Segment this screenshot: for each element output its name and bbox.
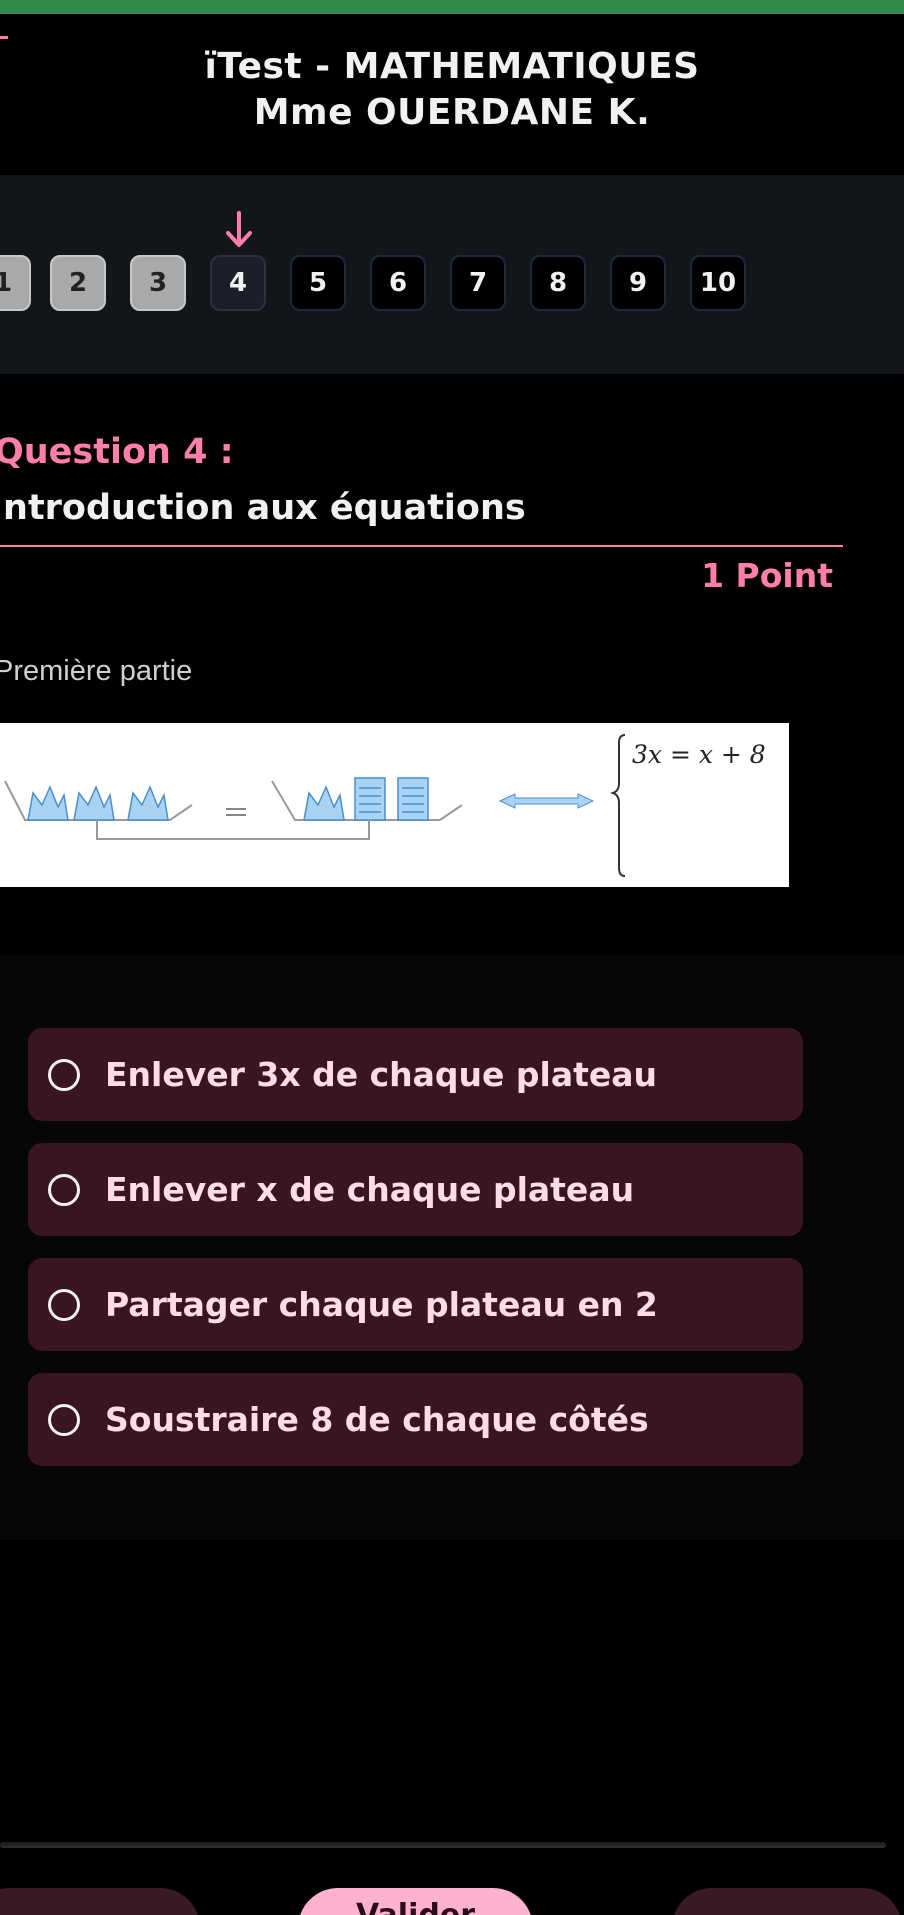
top-status-bar bbox=[0, 0, 904, 14]
previous-button[interactable] bbox=[0, 1888, 200, 1915]
answer-label: Enlever x de chaque plateau bbox=[105, 1170, 635, 1209]
answer-option-3[interactable]: Partager chaque plateau en 2 bbox=[28, 1258, 803, 1351]
current-question-arrow-icon bbox=[226, 211, 252, 247]
radio-icon[interactable] bbox=[48, 1173, 80, 1206]
answer-option-2[interactable]: Enlever x de chaque plateau bbox=[28, 1143, 803, 1236]
question-title: Introduction aux équations bbox=[0, 488, 526, 528]
answer-label: Partager chaque plateau en 2 bbox=[105, 1285, 658, 1324]
radio-icon[interactable] bbox=[48, 1288, 80, 1321]
question-points: 1 Point bbox=[701, 556, 833, 595]
part-label: Première partie bbox=[0, 655, 193, 687]
question-button-2[interactable]: 2 bbox=[50, 255, 106, 311]
question-button-8[interactable]: 8 bbox=[530, 255, 586, 311]
answer-label: Soustraire 8 de chaque côtés bbox=[105, 1400, 649, 1439]
equivalence-arrow-icon bbox=[498, 793, 595, 809]
question-button-1[interactable]: 1 bbox=[0, 255, 31, 311]
menu-dash-icon[interactable] bbox=[0, 36, 8, 39]
teacher-name: Mme OUERDANE K. bbox=[253, 92, 651, 133]
question-button-10[interactable]: 10 bbox=[690, 255, 746, 311]
unknown-weight-shape bbox=[303, 785, 345, 821]
app-title: ïTest - MATHEMATIQUES bbox=[204, 46, 700, 87]
unknown-weight-shape bbox=[27, 785, 69, 821]
system-brace bbox=[609, 734, 626, 877]
radio-icon[interactable] bbox=[48, 1058, 80, 1091]
unit-weight-block bbox=[397, 777, 429, 821]
balance-figure: 3x = x + 8 bbox=[0, 723, 789, 887]
question-button-9[interactable]: 9 bbox=[610, 255, 666, 311]
question-number: Question 4 : bbox=[0, 432, 234, 472]
question-button-3[interactable]: 3 bbox=[130, 255, 186, 311]
question-button-6[interactable]: 6 bbox=[370, 255, 426, 311]
quiz-screen: ïTest - MATHEMATIQUES Mme OUERDANE K. 1 … bbox=[0, 0, 904, 1915]
next-button[interactable] bbox=[672, 1888, 902, 1915]
validate-button[interactable]: Valider bbox=[298, 1888, 533, 1915]
title-divider bbox=[0, 545, 843, 547]
answer-option-1[interactable]: Enlever 3x de chaque plateau bbox=[28, 1028, 803, 1121]
answer-option-4[interactable]: Soustraire 8 de chaque côtés bbox=[28, 1373, 803, 1466]
question-button-5[interactable]: 5 bbox=[290, 255, 346, 311]
equation-text: 3x = x + 8 bbox=[632, 740, 766, 769]
unknown-weight-shape bbox=[127, 785, 169, 821]
question-button-7[interactable]: 7 bbox=[450, 255, 506, 311]
unknown-weight-shape bbox=[73, 785, 115, 821]
footer-divider bbox=[0, 1842, 886, 1848]
radio-icon[interactable] bbox=[48, 1403, 80, 1436]
unit-weight-block bbox=[354, 777, 386, 821]
question-button-4[interactable]: 4 bbox=[210, 255, 266, 311]
balance-diagram: 3x = x + 8 bbox=[4, 734, 766, 877]
answer-label: Enlever 3x de chaque plateau bbox=[105, 1055, 658, 1094]
